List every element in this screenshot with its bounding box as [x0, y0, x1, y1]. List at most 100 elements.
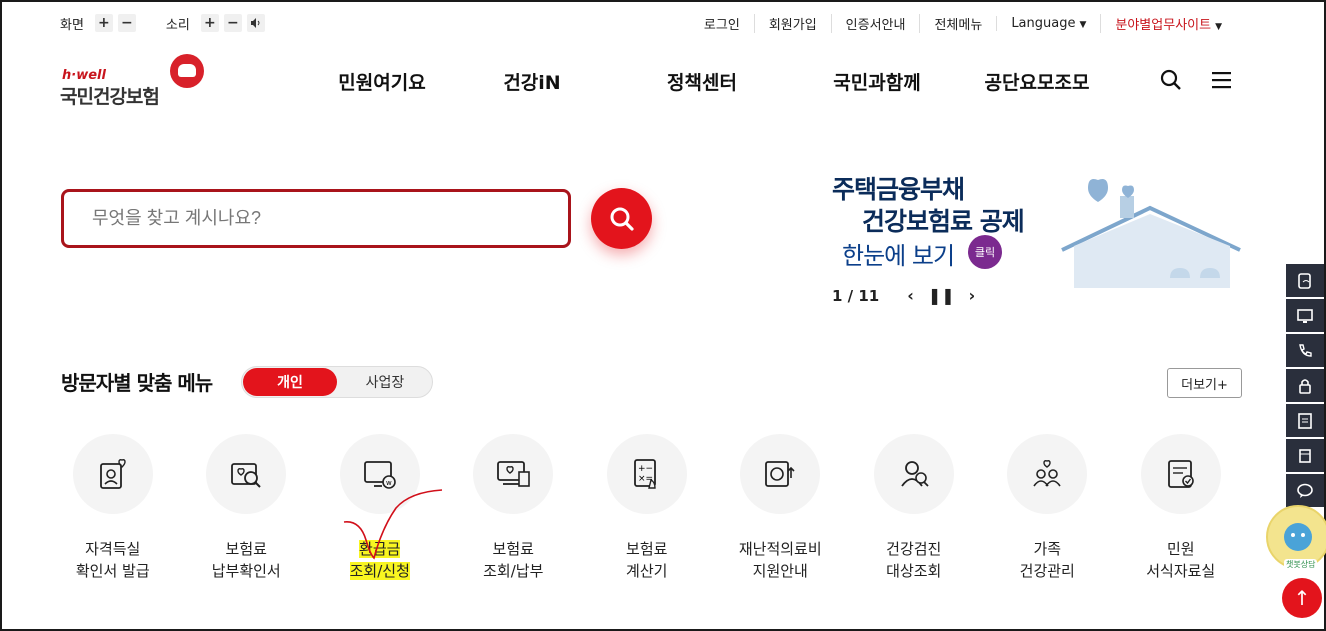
main-nav: 민원여기요 건강iN 정책센터 국민과함께 공단요모조모: [302, 68, 1122, 95]
all-menu-link[interactable]: 전체메뉴: [919, 13, 996, 33]
caret-down-icon: ▼: [1215, 21, 1222, 32]
signup-link[interactable]: 회원가입: [753, 13, 831, 33]
menu-label-line1: 재난적의료비: [738, 540, 822, 558]
field-site-select[interactable]: 분야별업무사이트 ▼: [1100, 13, 1236, 33]
screen-zoom-out-button[interactable]: −: [117, 14, 136, 32]
quick-doc-icon[interactable]: [1286, 264, 1324, 299]
menu-label-line2: 계산기: [626, 562, 668, 580]
sound-up-button[interactable]: +: [200, 14, 219, 32]
banner-line2: 건강보험료 공제: [862, 207, 1025, 236]
search-icon[interactable]: [1159, 68, 1183, 96]
menu-label-line2: 건강관리: [1019, 562, 1075, 580]
site-logo[interactable]: h·well 국민건강보험: [60, 54, 208, 108]
banner-page-indicator: 1 / 11: [832, 286, 880, 305]
menu-premium-pay[interactable]: 보험료조회/납부: [447, 434, 581, 582]
arrow-up-icon: ↑: [1293, 586, 1311, 610]
nav-minwon[interactable]: 민원여기요: [302, 68, 462, 95]
quick-chat-icon[interactable]: [1286, 474, 1324, 509]
svg-text:+−: +−: [638, 464, 653, 474]
logo-emblem-icon: [170, 54, 204, 88]
screen-zoom-in-button[interactable]: +: [94, 14, 113, 32]
premium-search-icon: [231, 463, 261, 488]
banner-line3: 한눈에 보기: [842, 242, 955, 270]
menu-form-library[interactable]: 민원서식자료실: [1114, 434, 1248, 582]
utility-bar: 화면 + − 소리 + − 로그인 회원가입 인증서안내 전체메뉴 Langua…: [60, 12, 1236, 34]
logo-hwell-text: h·well: [62, 68, 106, 83]
nav-health-in[interactable]: 건강iN: [462, 68, 602, 95]
quick-lock-icon[interactable]: [1286, 369, 1324, 404]
chevron-right-icon[interactable]: ›: [969, 286, 976, 305]
family-health-icon: [1033, 460, 1061, 487]
certificate-guide-link[interactable]: 인증서안내: [830, 13, 920, 33]
banner-line1: 주택금융부채: [832, 175, 965, 204]
annotation-checkmark-scribble: [343, 489, 443, 560]
menu-disaster-medical[interactable]: 재난적의료비지원안내: [714, 434, 848, 582]
tab-personal[interactable]: 개인: [243, 368, 337, 396]
promo-banner[interactable]: 주택금융부채 건강보험료 공제 한눈에 보기 클릭: [820, 162, 1244, 292]
menu-label-line2: 지원안내: [752, 562, 808, 580]
scroll-top-button[interactable]: ↑: [1282, 578, 1322, 618]
menu-health-checkup[interactable]: 건강검진대상조회: [847, 434, 981, 582]
tab-business[interactable]: 사업장: [338, 368, 432, 396]
screen-zoom-label: 화면: [60, 17, 84, 33]
menu-label-line1: 건강검진: [886, 540, 942, 558]
nav-with-people[interactable]: 국민과함께: [802, 68, 952, 95]
search-submit-button[interactable]: [591, 188, 652, 249]
health-checkup-icon: [901, 461, 929, 487]
calculator-icon: +−×=: [633, 459, 656, 489]
chatbot-mascot[interactable]: 챗봇상담: [1266, 505, 1326, 570]
language-label: Language: [1011, 15, 1076, 31]
search-box: [61, 189, 571, 248]
premium-pay-icon: [497, 461, 531, 487]
visitor-type-toggle: 개인 사업장: [241, 366, 433, 398]
qualification-card-icon: [99, 459, 126, 489]
menu-calculator[interactable]: +− ×= 보험료계산기: [580, 434, 714, 582]
banner-click-badge: 클릭: [968, 235, 1002, 269]
menu-label-line1: 가족: [1033, 540, 1062, 558]
menu-label-line1: 보험료: [492, 540, 534, 558]
chatbot-character-icon: [1284, 523, 1312, 551]
more-button[interactable]: 더보기+: [1167, 368, 1242, 398]
quick-service-menu: 자격득실 확인서 발급 보험료 납부확인서 w 환급금 조회/신청 보험료 조회/납부 …: [46, 434, 1248, 582]
menu-label-line1: 자격득실: [85, 540, 141, 558]
menu-label-line2: 서식자료실: [1146, 562, 1216, 580]
visitor-menu-title: 방문자별 맞춤 메뉴: [61, 371, 213, 395]
menu-qualification[interactable]: 자격득실확인서 발급: [46, 434, 180, 582]
nav-policy-center[interactable]: 정책센터: [602, 68, 802, 95]
search-input[interactable]: [92, 208, 532, 229]
chatbot-tag: 챗봇상담: [1284, 559, 1318, 570]
menu-label-line2: 대상조회: [886, 562, 942, 580]
disaster-medical-icon: [765, 461, 795, 487]
util-links: 로그인 회원가입 인증서안내 전체메뉴 Language ▼ 분야별업무사이트 ▼: [690, 13, 1236, 33]
menu-label-line1: 보험료: [626, 540, 668, 558]
sound-control: 소리 + −: [166, 14, 265, 33]
nav-about[interactable]: 공단요모조모: [952, 68, 1122, 95]
speaker-icon[interactable]: [246, 14, 265, 32]
menu-premium-certificate[interactable]: 보험료납부확인서: [180, 434, 314, 582]
quick-book-icon[interactable]: [1286, 439, 1324, 474]
house-illustration-icon: [1061, 179, 1241, 288]
menu-family-health[interactable]: 가족건강관리: [981, 434, 1115, 582]
sound-down-button[interactable]: −: [223, 14, 242, 32]
banner-pager: 1 / 11 ‹ ❚❚ ›: [832, 286, 975, 305]
screen-zoom-control: 화면 + −: [60, 14, 136, 33]
menu-label-line1: 보험료: [225, 540, 267, 558]
language-select[interactable]: Language ▼: [996, 15, 1100, 31]
sound-label: 소리: [165, 17, 190, 33]
form-library-icon: [1167, 460, 1194, 488]
field-site-label: 분야별업무사이트: [1115, 17, 1212, 33]
quick-phone-icon[interactable]: [1286, 334, 1324, 369]
pause-icon[interactable]: ❚❚: [928, 286, 955, 305]
menu-label-line2: 확인서 발급: [75, 562, 150, 580]
menu-label-line2: 조회/납부: [483, 562, 544, 580]
caret-down-icon: ▼: [1079, 19, 1087, 30]
chevron-left-icon[interactable]: ‹: [907, 286, 914, 305]
menu-label-line2: 납부확인서: [211, 562, 281, 580]
quick-menu-bar: [1286, 264, 1324, 509]
menu-label-line1: 민원: [1166, 540, 1195, 558]
quick-notice-icon[interactable]: [1286, 404, 1324, 439]
search-icon: [610, 207, 634, 231]
login-link[interactable]: 로그인: [690, 14, 754, 33]
quick-monitor-icon[interactable]: [1286, 299, 1324, 334]
hamburger-menu-icon[interactable]: [1210, 69, 1234, 95]
